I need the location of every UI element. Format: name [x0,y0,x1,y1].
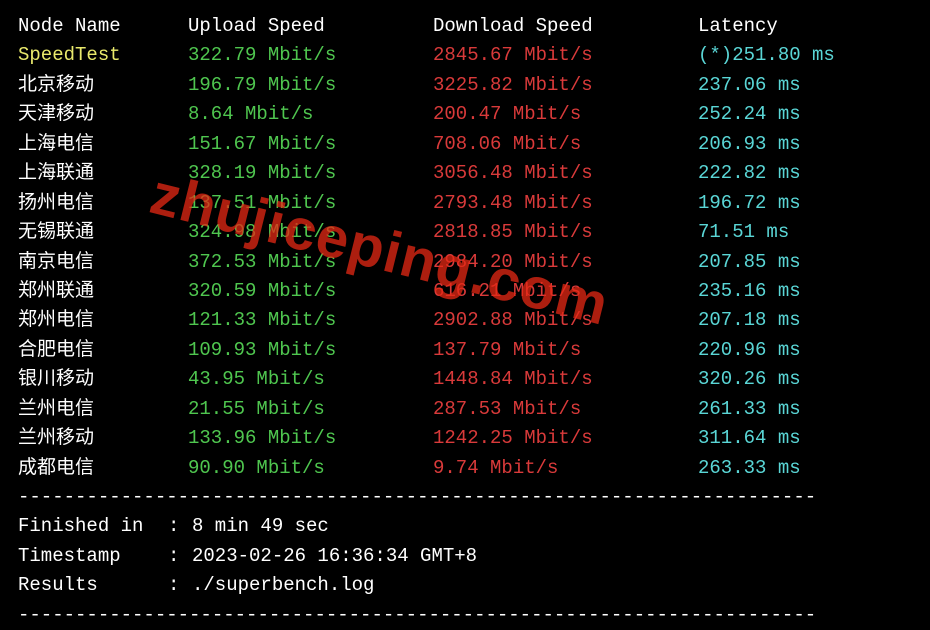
node-name: 上海电信 [18,130,188,159]
download-speed: 9.74 Mbit/s [433,454,698,483]
table-row: 北京移动196.79 Mbit/s3225.82 Mbit/s237.06 ms [18,71,912,100]
download-speed: 1448.84 Mbit/s [433,365,698,394]
speedtest-name: SpeedTest [18,41,188,70]
meta-finished-value: 8 min 49 sec [192,512,329,541]
meta-results: Results : ./superbench.log [18,571,912,600]
download-speed: 137.79 Mbit/s [433,336,698,365]
latency: 237.06 ms [698,71,912,100]
meta-results-label: Results [18,571,168,600]
latency: 207.18 ms [698,306,912,335]
upload-speed: 320.59 Mbit/s [188,277,433,306]
speedtest-upload: 322.79 Mbit/s [188,41,433,70]
node-name: 银川移动 [18,365,188,394]
node-name: 天津移动 [18,100,188,129]
header-node: Node Name [18,12,188,41]
upload-speed: 121.33 Mbit/s [188,306,433,335]
meta-finished-label: Finished in [18,512,168,541]
latency: 263.33 ms [698,454,912,483]
node-name: 郑州电信 [18,306,188,335]
meta-timestamp-value: 2023-02-26 16:36:34 GMT+8 [192,542,477,571]
table-row: 南京电信372.53 Mbit/s2984.20 Mbit/s207.85 ms [18,248,912,277]
divider: ----------------------------------------… [18,483,912,512]
download-speed: 2902.88 Mbit/s [433,306,698,335]
download-speed: 2984.20 Mbit/s [433,248,698,277]
table-row: 扬州电信137.51 Mbit/s2793.48 Mbit/s196.72 ms [18,189,912,218]
speedtest-download: 2845.67 Mbit/s [433,41,698,70]
table-row: 合肥电信109.93 Mbit/s137.79 Mbit/s220.96 ms [18,336,912,365]
header-upload: Upload Speed [188,12,433,41]
latency: 196.72 ms [698,189,912,218]
upload-speed: 109.93 Mbit/s [188,336,433,365]
upload-speed: 151.67 Mbit/s [188,130,433,159]
divider: ----------------------------------------… [18,601,912,630]
node-name: 郑州联通 [18,277,188,306]
download-speed: 3225.82 Mbit/s [433,71,698,100]
download-speed: 3056.48 Mbit/s [433,159,698,188]
upload-speed: 137.51 Mbit/s [188,189,433,218]
header-latency: Latency [698,12,912,41]
meta-sep: : [168,512,192,541]
table-row: 兰州移动133.96 Mbit/s1242.25 Mbit/s311.64 ms [18,424,912,453]
table-row: 天津移动8.64 Mbit/s200.47 Mbit/s252.24 ms [18,100,912,129]
meta-sep: : [168,542,192,571]
download-speed: 200.47 Mbit/s [433,100,698,129]
node-name: 北京移动 [18,71,188,100]
table-header: Node Name Upload Speed Download Speed La… [18,12,912,41]
download-speed: 287.53 Mbit/s [433,395,698,424]
latency: 261.33 ms [698,395,912,424]
download-speed: 708.06 Mbit/s [433,130,698,159]
upload-speed: 21.55 Mbit/s [188,395,433,424]
download-speed: 2793.48 Mbit/s [433,189,698,218]
download-speed: 2818.85 Mbit/s [433,218,698,247]
upload-speed: 133.96 Mbit/s [188,424,433,453]
speedtest-row: SpeedTest 322.79 Mbit/s 2845.67 Mbit/s (… [18,41,912,70]
node-name: 南京电信 [18,248,188,277]
table-row: 成都电信90.90 Mbit/s9.74 Mbit/s263.33 ms [18,454,912,483]
meta-timestamp: Timestamp : 2023-02-26 16:36:34 GMT+8 [18,542,912,571]
node-name: 扬州电信 [18,189,188,218]
table-row: 郑州联通320.59 Mbit/s616.21 Mbit/s235.16 ms [18,277,912,306]
upload-speed: 328.19 Mbit/s [188,159,433,188]
node-name: 成都电信 [18,454,188,483]
upload-speed: 196.79 Mbit/s [188,71,433,100]
table-row: 银川移动43.95 Mbit/s1448.84 Mbit/s320.26 ms [18,365,912,394]
latency: 311.64 ms [698,424,912,453]
node-name: 上海联通 [18,159,188,188]
node-name: 无锡联通 [18,218,188,247]
download-speed: 616.21 Mbit/s [433,277,698,306]
node-name: 兰州移动 [18,424,188,453]
latency: 252.24 ms [698,100,912,129]
table-row: 郑州电信121.33 Mbit/s2902.88 Mbit/s207.18 ms [18,306,912,335]
meta-results-value: ./superbench.log [192,571,374,600]
meta-finished: Finished in : 8 min 49 sec [18,512,912,541]
table-row: 兰州电信21.55 Mbit/s287.53 Mbit/s261.33 ms [18,395,912,424]
upload-speed: 90.90 Mbit/s [188,454,433,483]
table-row: 上海电信151.67 Mbit/s708.06 Mbit/s206.93 ms [18,130,912,159]
latency: 207.85 ms [698,248,912,277]
speedtest-latency: (*)251.80 ms [698,41,912,70]
latency: 206.93 ms [698,130,912,159]
meta-timestamp-label: Timestamp [18,542,168,571]
upload-speed: 324.98 Mbit/s [188,218,433,247]
latency: 320.26 ms [698,365,912,394]
upload-speed: 8.64 Mbit/s [188,100,433,129]
upload-speed: 43.95 Mbit/s [188,365,433,394]
latency: 235.16 ms [698,277,912,306]
latency: 222.82 ms [698,159,912,188]
node-name: 兰州电信 [18,395,188,424]
upload-speed: 372.53 Mbit/s [188,248,433,277]
download-speed: 1242.25 Mbit/s [433,424,698,453]
node-name: 合肥电信 [18,336,188,365]
table-row: 无锡联通324.98 Mbit/s2818.85 Mbit/s71.51 ms [18,218,912,247]
latency: 220.96 ms [698,336,912,365]
meta-sep: : [168,571,192,600]
latency: 71.51 ms [698,218,912,247]
table-row: 上海联通328.19 Mbit/s3056.48 Mbit/s222.82 ms [18,159,912,188]
header-download: Download Speed [433,12,698,41]
